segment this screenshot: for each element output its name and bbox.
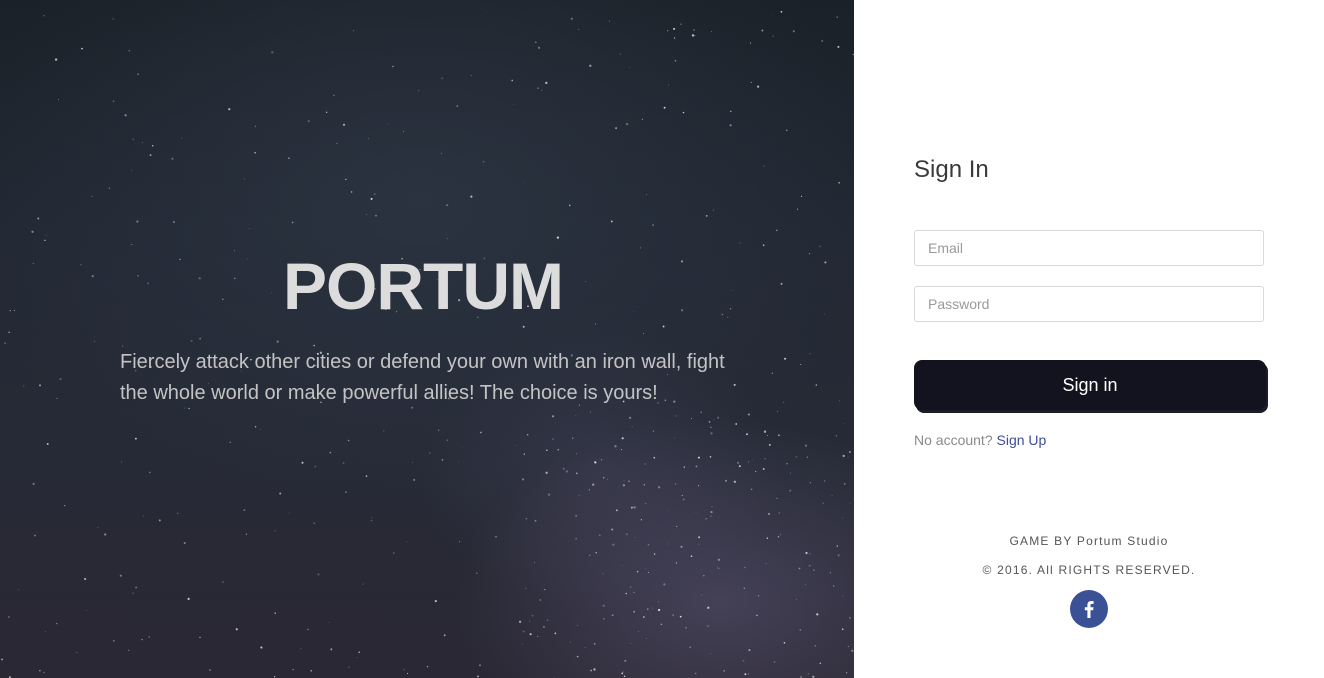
facebook-button[interactable] — [1070, 590, 1108, 628]
game-title: PORTUM — [283, 249, 564, 323]
facebook-icon — [1084, 600, 1094, 618]
starfield-background — [1, 10, 854, 678]
signin-panel: Sign In Sign in No account? Sign Up GAME… — [854, 0, 1324, 678]
studio-credit: GAME BY Portum Studio — [1009, 534, 1169, 548]
signin-button[interactable]: Sign in — [914, 360, 1266, 410]
no-account-text: No account? — [914, 432, 993, 448]
hero-section: PORTUM Fiercely attack other cities or d… — [0, 0, 854, 678]
email-field[interactable] — [914, 230, 1264, 266]
signup-link[interactable]: Sign Up — [997, 432, 1047, 448]
password-field[interactable] — [914, 286, 1264, 322]
copyright-text: © 2016. All RIGHTS RESERVED. — [982, 563, 1196, 577]
signin-title: Sign In — [914, 156, 989, 183]
login-page: PORTUM Fiercely attack other cities or d… — [0, 0, 1324, 678]
game-tagline: Fiercely attack other cities or defend y… — [120, 351, 725, 404]
no-account-prompt: No account? Sign Up — [914, 432, 1046, 448]
